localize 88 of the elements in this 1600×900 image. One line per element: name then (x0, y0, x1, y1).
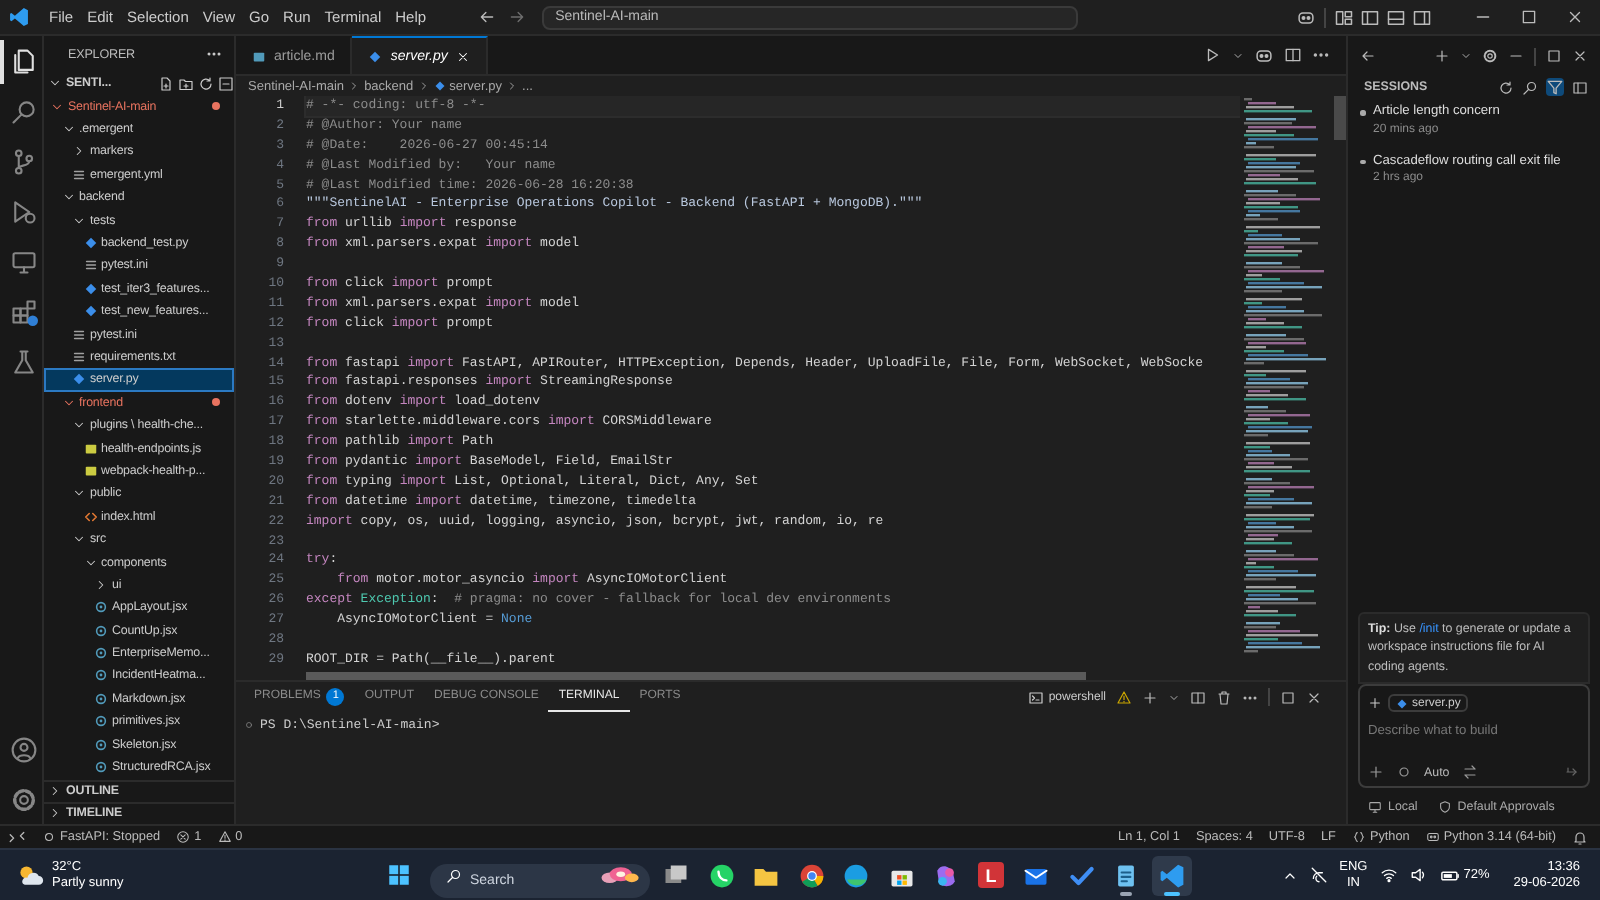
plus-icon[interactable] (1142, 689, 1158, 705)
app-button[interactable] (1151, 855, 1191, 895)
remote-icon[interactable] (8, 828, 26, 846)
error-icon (176, 830, 191, 844)
volume-icon[interactable] (1409, 866, 1428, 884)
modified-dot (212, 102, 220, 111)
modified-dot (212, 398, 220, 407)
circle-icon (42, 830, 56, 844)
refresh-icon[interactable] (1498, 79, 1514, 95)
split-terminal-icon[interactable] (1190, 689, 1206, 705)
settings-file-icon (72, 349, 86, 364)
monitor-icon (1368, 799, 1382, 813)
new-file-icon[interactable] (158, 75, 174, 92)
notifications-icon[interactable] (1572, 829, 1588, 845)
close-icon[interactable] (1572, 48, 1588, 64)
python-file-icon (83, 236, 97, 251)
circle-icon (244, 719, 254, 729)
layout-icon[interactable] (1572, 79, 1588, 95)
braces-icon (1351, 830, 1366, 844)
python-env-icon (1425, 830, 1440, 844)
photos-icon (662, 861, 690, 889)
forward-icon[interactable] (507, 8, 526, 26)
search-highlight-icon (596, 861, 640, 889)
markdown-file-icon (252, 49, 266, 63)
search-icon (446, 867, 462, 883)
layout-icon[interactable] (1334, 7, 1354, 27)
plus-icon[interactable] (1368, 764, 1384, 780)
settings-file-icon (72, 327, 86, 342)
toggle-secondary-sidebar-icon[interactable] (1412, 7, 1432, 27)
running-indicator (1120, 891, 1132, 895)
toggle-sidebar-icon[interactable] (1360, 7, 1380, 27)
python-file-icon (433, 80, 446, 92)
checkmark-icon (1067, 861, 1095, 889)
bullet-icon (1360, 159, 1365, 164)
maximize-icon[interactable] (1520, 8, 1538, 26)
chevron-icon (72, 486, 86, 501)
warning-icon (1116, 689, 1132, 705)
start-icon[interactable] (385, 862, 411, 888)
weather-icon[interactable] (16, 861, 44, 889)
send-icon[interactable] (1564, 764, 1580, 780)
trash-icon[interactable] (1216, 689, 1232, 705)
close-icon[interactable] (1566, 8, 1584, 26)
settings-file-icon (72, 167, 86, 182)
toggle-panel-icon[interactable] (1386, 7, 1406, 27)
collapse-icon[interactable] (218, 75, 234, 92)
app-button[interactable]: L (971, 855, 1011, 895)
run-icon[interactable] (1204, 46, 1222, 64)
settings-icon[interactable] (1482, 48, 1498, 64)
chat-app-icon (707, 861, 735, 889)
refresh-icon[interactable] (198, 75, 214, 92)
settings-file-icon (83, 258, 97, 273)
warning-icon (217, 830, 232, 844)
chevron-icon (348, 80, 361, 92)
python-file-icon (72, 372, 86, 387)
python-file-icon (1396, 697, 1408, 709)
swap-icon[interactable] (1461, 764, 1478, 780)
wifi-icon[interactable] (1379, 866, 1398, 884)
tools-icon[interactable] (1396, 764, 1412, 780)
add-context-icon[interactable] (1368, 696, 1382, 710)
terminal-icon (1028, 689, 1045, 705)
close-icon[interactable] (1306, 689, 1322, 705)
notepad-icon (1112, 861, 1140, 889)
back-icon[interactable] (1360, 48, 1376, 64)
new-chat-icon[interactable] (1434, 48, 1450, 64)
new-folder-icon[interactable] (178, 75, 194, 92)
bullet-icon (1360, 110, 1365, 115)
maximize-icon[interactable] (1546, 48, 1562, 64)
scrollbar-thumb[interactable] (306, 672, 1086, 680)
browser-icon (842, 861, 870, 889)
html-file-icon (83, 509, 97, 524)
assistant-icon (932, 861, 960, 889)
python-file-icon (368, 49, 383, 63)
code-editor-icon (1157, 861, 1185, 889)
app-logo-icon (8, 6, 30, 28)
copilot-icon[interactable] (1296, 7, 1316, 27)
network-off-icon[interactable] (1309, 866, 1328, 884)
chevron-icon (417, 80, 430, 92)
back-icon[interactable] (477, 8, 496, 26)
search-icon[interactable] (1522, 79, 1538, 95)
split-editor-icon[interactable] (1284, 46, 1302, 64)
filter-icon[interactable] (1546, 78, 1564, 96)
chevron-icon (506, 80, 519, 92)
shield-icon (1437, 799, 1452, 813)
running-indicator (1163, 891, 1179, 895)
maximize-icon[interactable] (1280, 689, 1296, 705)
browser-icon (797, 861, 825, 889)
letter-logo-icon: L (978, 862, 1004, 888)
copilot-icon[interactable] (1254, 45, 1274, 65)
